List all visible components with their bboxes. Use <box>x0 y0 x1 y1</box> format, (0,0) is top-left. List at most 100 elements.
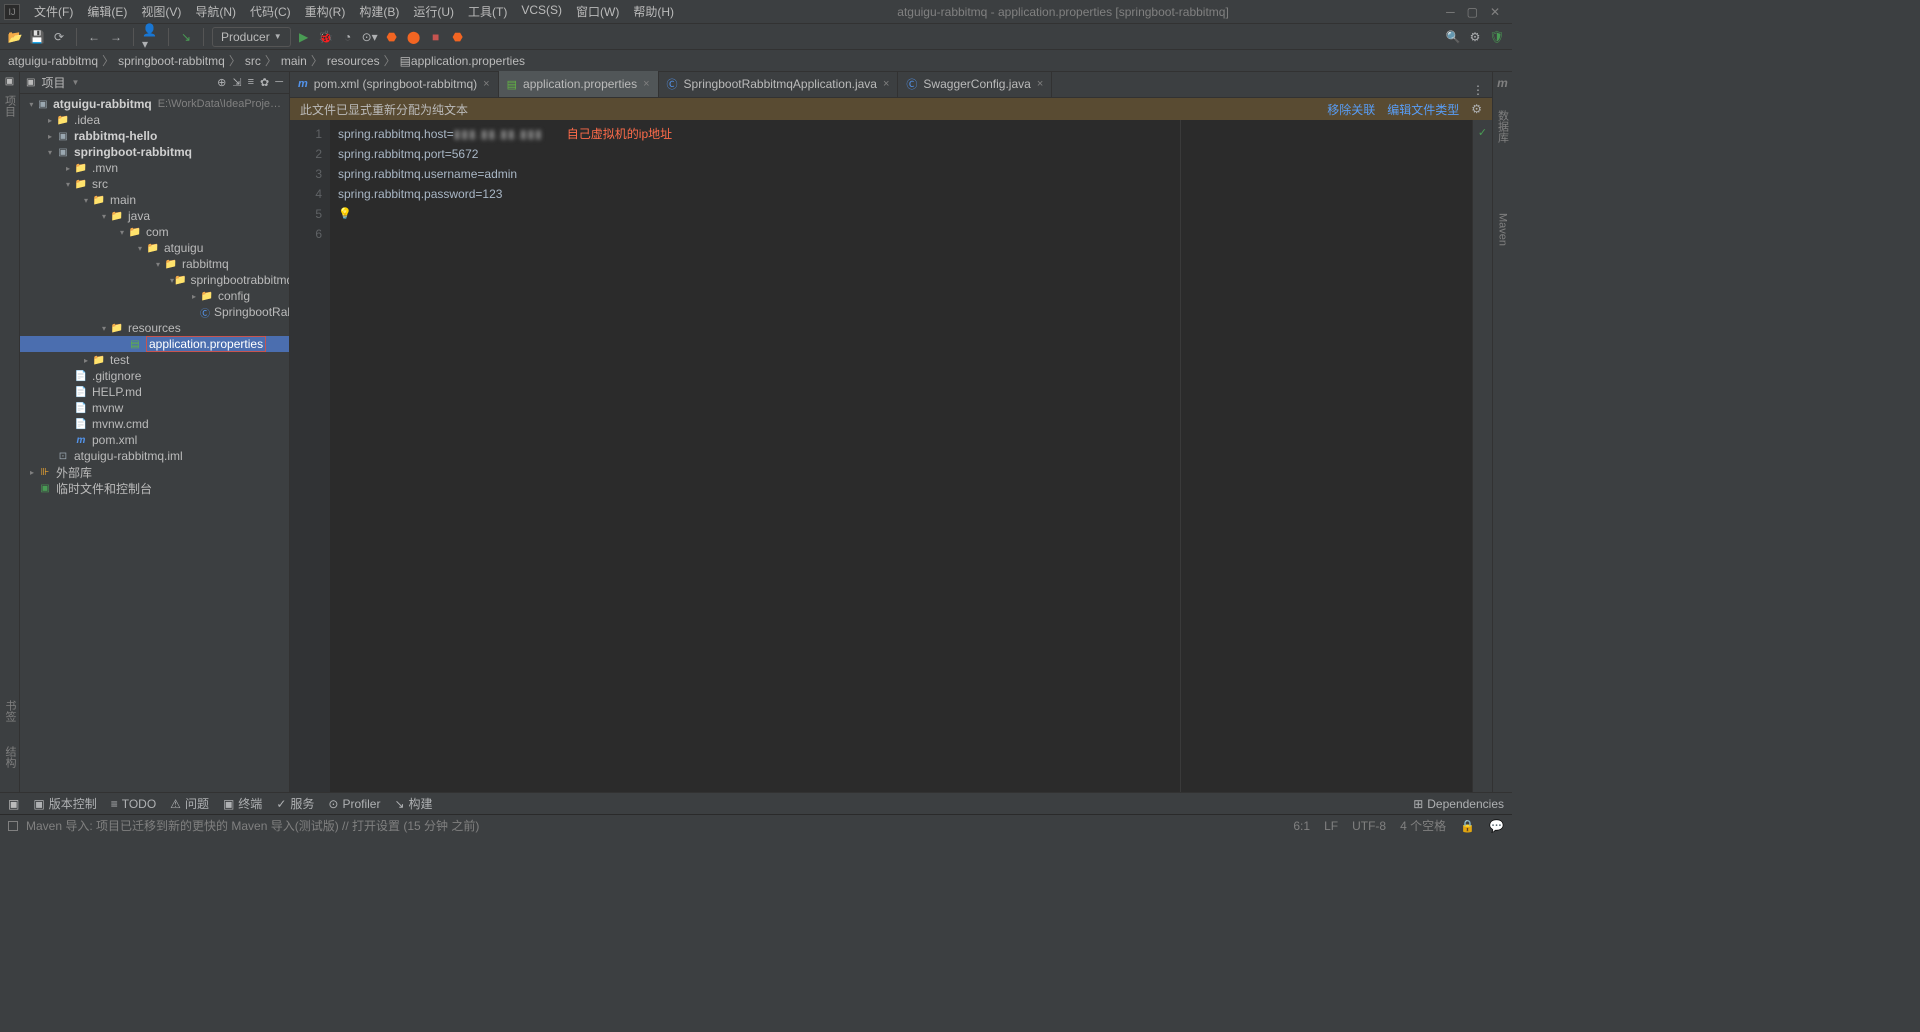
vcs-tool[interactable]: ▣版本控制 <box>33 795 96 812</box>
close-tab-icon[interactable]: × <box>483 78 489 90</box>
breadcrumb-item[interactable]: resources <box>327 54 380 68</box>
breadcrumb-item[interactable]: application.properties <box>411 54 525 68</box>
menu-tools[interactable]: 工具(T) <box>462 1 513 22</box>
hammer-icon[interactable]: ↘ <box>177 28 195 46</box>
bulb-icon[interactable]: 💡 <box>338 204 352 224</box>
minimize-icon[interactable]: ─ <box>1446 5 1455 19</box>
menu-file[interactable]: 文件(F) <box>28 1 79 22</box>
maven-tool-icon[interactable]: m <box>1497 76 1508 90</box>
tree-row[interactable]: ▾📁rabbitmq <box>20 256 289 272</box>
tree-row[interactable]: ▸📁config <box>20 288 289 304</box>
tab-swagger-config[interactable]: ⒸSwaggerConfig.java× <box>898 71 1052 97</box>
tree-row[interactable]: ▾📁main <box>20 192 289 208</box>
profiler-tool[interactable]: ⊙Profiler <box>328 797 380 811</box>
shield-icon[interactable]: 🛡 <box>1488 28 1506 46</box>
encoding[interactable]: UTF-8 <box>1352 819 1386 833</box>
search-icon[interactable]: 🔍 <box>1444 28 1462 46</box>
run-config-dropdown[interactable]: Producer ▼ <box>212 27 291 47</box>
menu-navigate[interactable]: 导航(N) <box>189 1 242 22</box>
menu-window[interactable]: 窗口(W) <box>570 1 625 22</box>
stop-icon[interactable]: ■ <box>427 28 445 46</box>
tree-row-selected[interactable]: ▤application.properties <box>20 336 289 352</box>
profile-icon[interactable]: ⊙▾ <box>361 28 379 46</box>
check-icon[interactable]: ✓ <box>1478 126 1487 139</box>
debug-icon[interactable]: 🐞 <box>317 28 335 46</box>
code-content[interactable]: spring.rabbitmq.host=▮▮▮.▮▮.▮▮.▮▮▮自己虚拟机的… <box>330 120 1472 792</box>
notice-action-edit[interactable]: 编辑文件类型 <box>1387 101 1459 118</box>
line-ending[interactable]: LF <box>1324 819 1338 833</box>
tree-row-root[interactable]: ▾▣atguigu-rabbitmqE:\WorkData\IdeaProjec… <box>20 96 289 112</box>
attach-icon[interactable]: ⬣ <box>383 28 401 46</box>
tabs-menu-icon[interactable]: ⋮ <box>1472 83 1484 97</box>
tree-row[interactable]: ▾📁com <box>20 224 289 240</box>
breadcrumb-item[interactable]: springboot-rabbitmq <box>118 54 225 68</box>
chevron-down-icon[interactable]: ▼ <box>71 78 79 87</box>
tree-row[interactable]: ⒸSpringbootRabbitmqAp <box>20 304 289 320</box>
build-tool[interactable]: ↘构建 <box>394 795 432 812</box>
gear-icon[interactable]: ⚙ <box>1466 28 1484 46</box>
tree-row[interactable]: 📄mvnw <box>20 400 289 416</box>
tab-application-properties[interactable]: ▤application.properties× <box>499 71 659 97</box>
target-icon[interactable]: ⊕ <box>217 76 226 89</box>
menu-build[interactable]: 构建(B) <box>353 1 405 22</box>
tree-row[interactable]: ▾📁resources <box>20 320 289 336</box>
tree-row[interactable]: ▸▣rabbitmq-hello <box>20 128 289 144</box>
avatar-icon[interactable]: 👤▾ <box>142 28 160 46</box>
open-icon[interactable]: 📂 <box>6 28 24 46</box>
tree-row[interactable]: ⊡atguigu-rabbitmq.iml <box>20 448 289 464</box>
tool-window-icon[interactable]: ▣ <box>8 797 19 811</box>
coverage-icon[interactable]: ◔ <box>339 28 357 46</box>
tree-row[interactable]: 📄HELP.md <box>20 384 289 400</box>
menu-vcs[interactable]: VCS(S) <box>515 1 568 22</box>
dependencies-tool[interactable]: ⊞Dependencies <box>1413 797 1504 811</box>
breadcrumb-item[interactable]: atguigu-rabbitmq <box>8 54 98 68</box>
tree-row[interactable]: ▸📁.idea <box>20 112 289 128</box>
structure-tool-tab[interactable]: 结构 <box>2 746 18 768</box>
project-tool-icon[interactable]: ▣ <box>5 76 14 87</box>
tree-row[interactable]: ▾📁java <box>20 208 289 224</box>
save-icon[interactable]: 💾 <box>28 28 46 46</box>
breadcrumb-item[interactable]: src <box>245 54 261 68</box>
tree-row[interactable]: ▾📁atguigu <box>20 240 289 256</box>
todo-tool[interactable]: ≡TODO <box>111 797 156 811</box>
gear-icon[interactable]: ⚙ <box>1471 102 1482 116</box>
cursor-position[interactable]: 6:1 <box>1293 819 1310 833</box>
terminal-tool[interactable]: ▣终端 <box>223 795 262 812</box>
gear-icon[interactable]: ✿ <box>260 76 269 89</box>
close-tab-icon[interactable]: × <box>643 78 649 90</box>
menu-help[interactable]: 帮助(H) <box>627 1 680 22</box>
hide-icon[interactable]: ─ <box>275 76 283 89</box>
close-tab-icon[interactable]: × <box>1037 78 1043 90</box>
collapse-icon[interactable]: ≡ <box>248 76 254 89</box>
maven-tool-tab[interactable]: Maven <box>1497 213 1509 246</box>
tree-row[interactable]: 📄.gitignore <box>20 368 289 384</box>
menu-run[interactable]: 运行(U) <box>407 1 460 22</box>
menu-view[interactable]: 视图(V) <box>135 1 187 22</box>
tab-springboot-app[interactable]: ⒸSpringbootRabbitmqApplication.java× <box>659 71 899 97</box>
status-icon[interactable] <box>8 821 18 831</box>
close-tab-icon[interactable]: × <box>883 78 889 90</box>
tree-row-external[interactable]: ▸⊪外部库 <box>20 464 289 480</box>
tree-row[interactable]: 📄mvnw.cmd <box>20 416 289 432</box>
tree-row[interactable]: ▾📁src <box>20 176 289 192</box>
attach2-icon[interactable]: ⬤ <box>405 28 423 46</box>
services-tool[interactable]: ✓服务 <box>276 795 314 812</box>
editor[interactable]: 123456 spring.rabbitmq.host=▮▮▮.▮▮.▮▮.▮▮… <box>290 120 1492 792</box>
forward-icon[interactable]: → <box>107 28 125 46</box>
database-tool-tab[interactable]: 数据库 <box>1495 110 1511 143</box>
tab-pom[interactable]: mpom.xml (springboot-rabbitmq)× <box>290 71 499 97</box>
run-icon[interactable]: ▶ <box>295 28 313 46</box>
sync-icon[interactable]: ⟳ <box>50 28 68 46</box>
tree-row[interactable]: ▸📁.mvn <box>20 160 289 176</box>
tree-row[interactable]: mpom.xml <box>20 432 289 448</box>
tree-row-scratch[interactable]: ▣临时文件和控制台 <box>20 480 289 496</box>
sidebar-title[interactable]: 项目 <box>41 74 65 91</box>
tree-row[interactable]: ▸📁test <box>20 352 289 368</box>
project-tool-tab[interactable]: 项目 <box>2 95 18 117</box>
close-icon[interactable]: ✕ <box>1490 5 1500 19</box>
menu-code[interactable]: 代码(C) <box>244 1 297 22</box>
maximize-icon[interactable]: ▢ <box>1467 5 1478 19</box>
indent[interactable]: 4 个空格 <box>1400 817 1446 834</box>
tree-row[interactable]: ▾📁springbootrabbitmq <box>20 272 289 288</box>
bookmark-tool-tab[interactable]: 书签 <box>2 700 18 722</box>
